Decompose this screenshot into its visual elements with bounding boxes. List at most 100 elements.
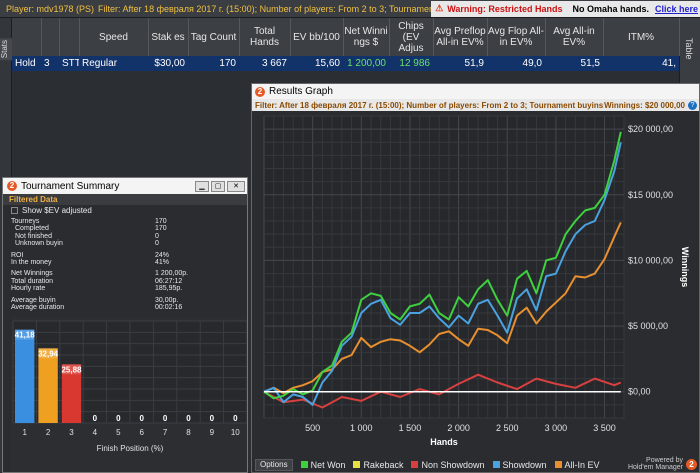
checkbox-icon[interactable] [11, 207, 18, 214]
table-cell: 170 [188, 56, 239, 71]
legend-item-rakeback[interactable]: Rakeback [353, 460, 403, 470]
x-tick-label: 2 000 [447, 423, 470, 433]
summary-row: Not finished 0 [11, 233, 231, 240]
x-tick-label: 10 [231, 428, 240, 437]
tournament-summary-window: 2 Tournament Summary ▁ ▢ ✕ Filtered Data… [2, 177, 248, 473]
summary-row: ROI 24% [11, 252, 231, 259]
summary-value: 1 200,00р. [155, 270, 189, 278]
filter-bar: Player: mdv1978 (PS) Filter: After 18 фе… [0, 0, 700, 18]
col-header-itm[interactable]: ITM% [603, 18, 680, 56]
results-graph-window: 2 Results Graph Filter: After 18 февраля… [251, 83, 700, 473]
x-tick-label: 7 [163, 428, 168, 437]
col-header-net-winnings[interactable]: Net Winni ngs $ [343, 18, 390, 56]
help-icon[interactable]: ? [688, 100, 697, 110]
summary-key: Average buyin [11, 296, 56, 304]
filter-text[interactable]: Filter: After 18 февраля 2017 г. (15:00)… [98, 4, 431, 14]
table-row[interactable]: Hold 3 STT Regular $30,00 170 3 667 15,6… [12, 56, 679, 71]
summary-row: Total duration 06:27:12 [11, 278, 231, 285]
table-cell: 51,9 [433, 56, 487, 71]
hm-logo-icon: 2 [7, 181, 17, 191]
summary-key: Tourneys [11, 218, 40, 225]
y-tick-label: $20 000,00 [628, 124, 673, 134]
maximize-icon[interactable]: ▢ [211, 180, 225, 192]
finish-position-chart-panel: 41,18 1 32,94 2 25,88 3 0 4 0 5 0 6 0 7 0 8 0 9 0 10 Finish … [11, 317, 247, 472]
x-tick-label: 1 [22, 428, 27, 437]
summary-key: Average duration [11, 303, 65, 311]
summary-value: 185,95р. [155, 285, 183, 293]
legend-item-net-won[interactable]: Net Won [300, 460, 345, 470]
col-header-total-hands[interactable]: Total Hands [239, 18, 291, 56]
finish-bar-2 [38, 348, 58, 423]
col-header-flop-ev[interactable]: Avg Flop All-in EV% [487, 18, 546, 56]
minimize-icon[interactable]: ▁ [195, 180, 209, 192]
legend-swatch [492, 461, 500, 468]
legend-item-non-showdown[interactable]: Non Showdown [411, 460, 485, 470]
col-header[interactable] [12, 18, 42, 56]
x-tick-label: 5 [116, 428, 121, 437]
col-header-allin-ev[interactable]: Avg All-in EV% [545, 18, 604, 56]
col-header[interactable] [41, 18, 60, 56]
summary-row: Average buyin 30,00р. [11, 297, 231, 304]
x-tick-label: 500 [305, 423, 320, 433]
table-cell: 3 667 [239, 56, 290, 71]
table-side-tab[interactable]: Table [679, 18, 700, 83]
bar-value-label: 0 [116, 414, 121, 423]
warning-box: ⚠ Warning: Restricted Hands No Omaha han… [431, 0, 700, 17]
powered-by-text: Powered by [646, 457, 683, 464]
ev-adjusted-checkbox[interactable]: Show $EV adjusted [3, 205, 247, 216]
bar-value-label: 0 [139, 414, 144, 423]
results-graph-title: Results Graph [269, 86, 333, 97]
y-tick-label: $10 000,00 [628, 255, 673, 265]
options-button[interactable]: Options [255, 458, 293, 471]
close-icon[interactable]: ✕ [227, 180, 245, 192]
summary-stats: Tourneys 170 Completed 170 Not finished 0 Unkn… [11, 218, 231, 311]
table-cell: 49,0 [487, 56, 545, 71]
x-tick-label: 3 500 [593, 423, 616, 433]
x-tick-label: 4 [93, 428, 98, 437]
summary-value: 41% [155, 258, 170, 266]
restricted-hands-warning: Warning: Restricted Hands [447, 3, 563, 14]
x-tick-label: 2 500 [496, 423, 519, 433]
window-controls: ▁ ▢ ✕ [195, 180, 247, 192]
col-header-chips-ev[interactable]: Chips (EV Adjus [389, 18, 434, 56]
table-cell: 51,5 [545, 56, 603, 71]
legend-swatch [554, 461, 562, 468]
x-tick-label: 1 000 [350, 423, 373, 433]
col-header-ev-bb100[interactable]: EV bb/100 [290, 18, 344, 56]
table-tab-label[interactable]: Table [684, 38, 694, 60]
results-line-chart: 500 1 000 1 500 2 000 2 500 3 000 3 500 $0,00 $5… [263, 115, 690, 447]
legend-item-allin-ev[interactable]: All-In EV [554, 460, 600, 470]
col-header-speed[interactable]: Speed [79, 18, 149, 56]
legend-item-showdown[interactable]: Showdown [492, 459, 547, 470]
x-axis-label: Hands [430, 437, 458, 447]
col-header-tag-count[interactable]: Tag Count [188, 18, 240, 56]
bar-value-label: 0 [186, 414, 191, 423]
app-window: Player: mdv1978 (PS) Filter: After 18 фе… [0, 0, 700, 473]
click-here-link[interactable]: Click here [655, 4, 698, 14]
y-axis-label: Winnings [680, 247, 690, 287]
x-tick-label: 6 [139, 428, 144, 437]
col-header[interactable] [59, 18, 80, 56]
table-cell: 12 986 [389, 56, 433, 71]
stats-tab-label[interactable]: Stats [0, 38, 12, 61]
summary-key: Not finished [15, 232, 52, 240]
player-label[interactable]: Player: mdv1978 (PS) [0, 4, 98, 14]
results-graph-titlebar[interactable]: 2 Results Graph [252, 84, 699, 99]
table-cell: Regular [79, 56, 148, 71]
graph-filter-text: Filter: After 18 февраля 2017 г. (15:00)… [255, 100, 605, 110]
x-tick-label: 3 [69, 428, 74, 437]
summary-row: Completed 170 [11, 225, 231, 232]
legend-label: Showdown [502, 459, 547, 470]
col-header-preflop-ev[interactable]: Avg Preflop All-in EV% [433, 18, 488, 56]
bar-value-label: 0 [163, 414, 168, 423]
omaha-notice: No Omaha hands. [572, 3, 649, 14]
finish-position-bar-chart: 41,18 1 32,94 2 25,88 3 0 4 0 5 0 6 0 7 0 8 0 9 0 10 Finish … [12, 320, 247, 453]
y-tick-label: $5 000,00 [628, 321, 668, 331]
table-cell: $30,00 [148, 56, 188, 71]
y-tick-label: $15 000,00 [628, 190, 673, 200]
col-header-stakes[interactable]: Stak es [148, 18, 189, 56]
summary-value: 24% [155, 251, 170, 259]
summary-value: 00:02:16 [155, 303, 183, 311]
summary-row: Net Winnings 1 200,00р. [11, 270, 231, 277]
tournament-summary-titlebar[interactable]: 2 Tournament Summary ▁ ▢ ✕ [3, 178, 247, 194]
